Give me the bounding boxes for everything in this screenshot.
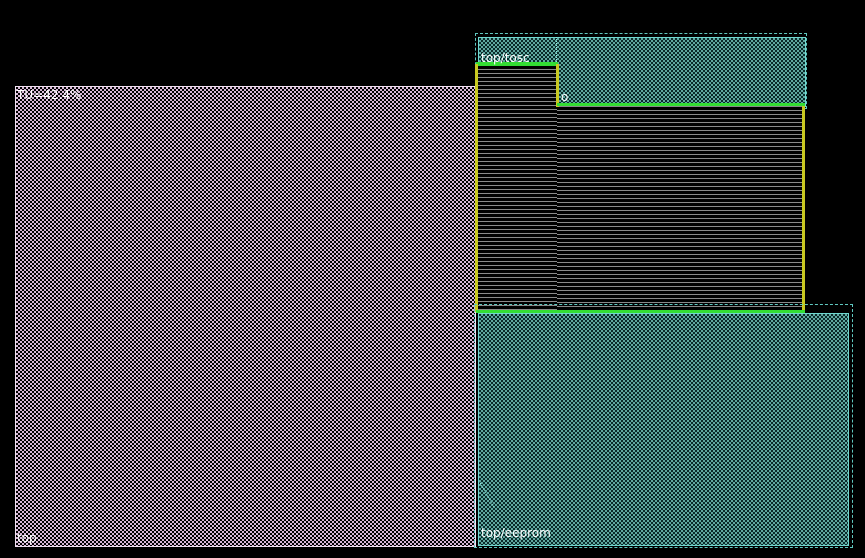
- top-block[interactable]: [15, 86, 476, 547]
- eeprom-block-label: top/eeprom: [481, 526, 551, 540]
- halo-edge: [475, 64, 478, 312]
- osc-block-label: top/tosc: [481, 51, 530, 65]
- eeprom-block[interactable]: [478, 313, 849, 546]
- osc-pin-label: o: [561, 90, 569, 104]
- osc-guide-line: [556, 37, 557, 64]
- halo-edge: [556, 64, 559, 107]
- routing-channel: [557, 106, 803, 311]
- halo-edge: [802, 106, 805, 311]
- top-block-label: top: [17, 531, 37, 545]
- routing-channel: [478, 65, 557, 311]
- halo-edge: [557, 103, 805, 106]
- utilization-label: TU=42.4%: [17, 88, 82, 102]
- layout-canvas[interactable]: TU=42.4% top top/tosc o top/eeprom: [0, 0, 865, 558]
